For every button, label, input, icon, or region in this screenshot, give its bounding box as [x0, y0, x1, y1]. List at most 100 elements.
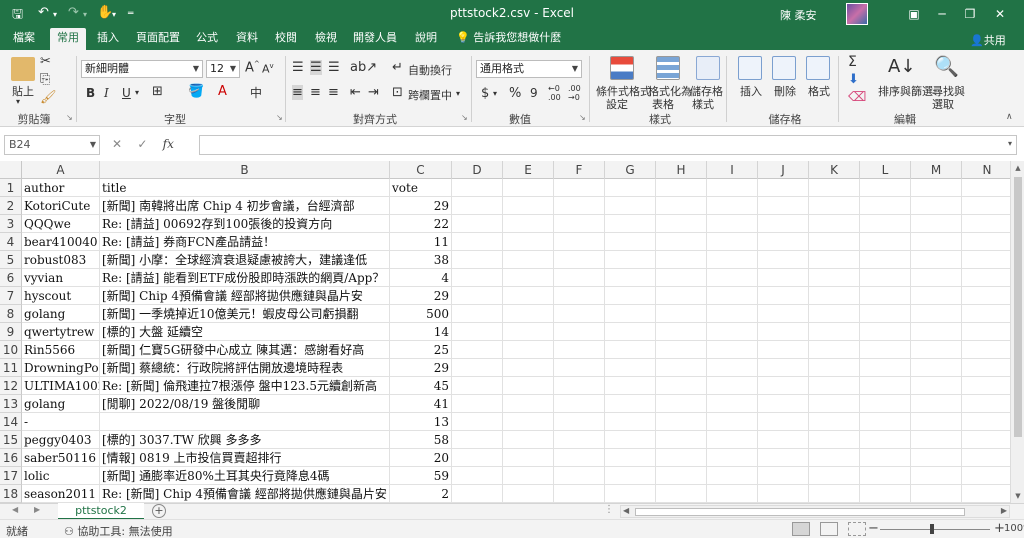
cell-e[interactable]: [503, 233, 554, 251]
cell-k[interactable]: [809, 377, 860, 395]
percent-format-button[interactable]: %: [509, 86, 521, 101]
format-cells-button[interactable]: 格式: [808, 83, 830, 99]
cell-i[interactable]: [707, 467, 758, 485]
cell-f[interactable]: [554, 215, 605, 233]
cell-g[interactable]: [605, 467, 656, 485]
cell-g[interactable]: [605, 287, 656, 305]
paste-dropdown-icon[interactable]: ▾: [16, 97, 20, 106]
cut-icon[interactable]: ✂: [40, 54, 51, 69]
cell-c[interactable]: 4: [390, 269, 452, 287]
cell-c[interactable]: 22: [390, 215, 452, 233]
cell-f[interactable]: [554, 395, 605, 413]
tab-insert[interactable]: 插入: [90, 28, 126, 50]
currency-dropdown-icon[interactable]: ▾: [493, 89, 497, 98]
column-header-a[interactable]: A: [22, 161, 100, 179]
cell-g[interactable]: [605, 251, 656, 269]
cell-d[interactable]: [452, 179, 503, 197]
cell-l[interactable]: [860, 431, 911, 449]
zoom-slider-knob[interactable]: [930, 524, 934, 534]
cell-a[interactable]: hyscout: [22, 287, 100, 305]
cell-a[interactable]: season2011: [22, 485, 100, 503]
cell-e[interactable]: [503, 449, 554, 467]
collapse-ribbon-icon[interactable]: ∧: [1006, 112, 1013, 122]
cell-a[interactable]: saber50116: [22, 449, 100, 467]
phonetic-guide-icon[interactable]: 中: [250, 84, 262, 101]
cell-l[interactable]: [860, 323, 911, 341]
merge-dropdown-icon[interactable]: ▾: [456, 89, 460, 98]
cell-c[interactable]: 59: [390, 467, 452, 485]
cell-b[interactable]: [新聞] 仁寶5G研發中心成立 陳其邁：感謝看好高: [100, 341, 390, 359]
cell-a[interactable]: author: [22, 179, 100, 197]
cell-m[interactable]: [911, 467, 962, 485]
next-sheet-icon[interactable]: ▶: [34, 505, 40, 514]
cell-c[interactable]: 500: [390, 305, 452, 323]
cell-m[interactable]: [911, 431, 962, 449]
align-bottom-icon[interactable]: ☰: [328, 60, 340, 75]
cell-a[interactable]: DrowningPool: [22, 359, 100, 377]
cell-j[interactable]: [758, 359, 809, 377]
format-as-table-label-2[interactable]: 表格: [652, 96, 674, 112]
cell-n[interactable]: [962, 287, 1013, 305]
page-break-view-button[interactable]: [848, 522, 866, 536]
cell-d[interactable]: [452, 485, 503, 503]
cell-d[interactable]: [452, 305, 503, 323]
cell-b[interactable]: Re: [新聞] 倫飛連拉7根漲停 盤中123.5元續創新高: [100, 377, 390, 395]
select-all-corner[interactable]: [0, 161, 22, 179]
cell-b[interactable]: [新聞] Chip 4預備會議 經部將拋供應鏈與晶片安: [100, 287, 390, 305]
cell-h[interactable]: [656, 323, 707, 341]
column-header-e[interactable]: E: [503, 161, 554, 179]
cell-k[interactable]: [809, 413, 860, 431]
cell-a[interactable]: peggy0403: [22, 431, 100, 449]
cell-h[interactable]: [656, 179, 707, 197]
sort-filter-button[interactable]: 排序與篩選: [878, 83, 933, 99]
cell-i[interactable]: [707, 395, 758, 413]
cell-c[interactable]: vote: [390, 179, 452, 197]
close-button[interactable]: ✕: [988, 4, 1012, 24]
cell-k[interactable]: [809, 485, 860, 503]
cell-d[interactable]: [452, 377, 503, 395]
cell-k[interactable]: [809, 323, 860, 341]
column-header-n[interactable]: N: [962, 161, 1013, 179]
spreadsheet-grid[interactable]: ABCDEFGHIJKLMN 1 author title vote 2 KotoriCu…: [0, 161, 1024, 503]
row-header[interactable]: 2: [0, 197, 22, 215]
cell-l[interactable]: [860, 449, 911, 467]
cell-n[interactable]: [962, 395, 1013, 413]
cell-styles-label-2[interactable]: 樣式: [692, 96, 714, 112]
insert-cells-icon[interactable]: [738, 56, 762, 80]
cell-n[interactable]: [962, 323, 1013, 341]
cell-n[interactable]: [962, 215, 1013, 233]
cell-d[interactable]: [452, 431, 503, 449]
cell-styles-icon[interactable]: [696, 56, 720, 80]
cell-n[interactable]: [962, 341, 1013, 359]
cell-d[interactable]: [452, 449, 503, 467]
cell-e[interactable]: [503, 305, 554, 323]
row-header[interactable]: 8: [0, 305, 22, 323]
scroll-right-icon[interactable]: ▶: [1001, 506, 1007, 515]
borders-icon[interactable]: ⊞: [152, 84, 163, 99]
cell-g[interactable]: [605, 323, 656, 341]
cell-f[interactable]: [554, 467, 605, 485]
cell-f[interactable]: [554, 341, 605, 359]
cell-c[interactable]: 11: [390, 233, 452, 251]
normal-view-button[interactable]: [792, 522, 810, 536]
cell-h[interactable]: [656, 395, 707, 413]
cell-m[interactable]: [911, 269, 962, 287]
scroll-left-icon[interactable]: ◀: [623, 506, 629, 515]
cell-h[interactable]: [656, 305, 707, 323]
cell-f[interactable]: [554, 377, 605, 395]
cell-d[interactable]: [452, 323, 503, 341]
cell-m[interactable]: [911, 449, 962, 467]
tab-data[interactable]: 資料: [229, 28, 265, 50]
font-launcher-icon[interactable]: ↘: [276, 113, 283, 122]
cell-f[interactable]: [554, 413, 605, 431]
cell-b[interactable]: [標的] 大盤 延續空: [100, 323, 390, 341]
cell-m[interactable]: [911, 359, 962, 377]
row-header[interactable]: 7: [0, 287, 22, 305]
share-button[interactable]: 👤共用: [970, 32, 1006, 48]
cell-f[interactable]: [554, 251, 605, 269]
cell-e[interactable]: [503, 377, 554, 395]
cell-j[interactable]: [758, 431, 809, 449]
cell-c[interactable]: 45: [390, 377, 452, 395]
cell-b[interactable]: [新聞] 小摩：全球經濟衰退疑慮被誇大，建議逢低: [100, 251, 390, 269]
zoom-slider[interactable]: [880, 529, 990, 530]
